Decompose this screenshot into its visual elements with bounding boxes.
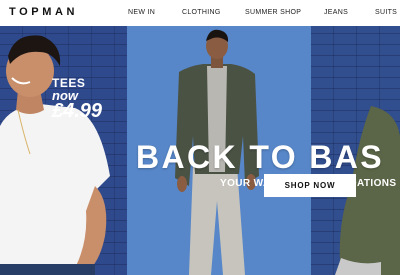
nav-item-jeans[interactable]: JEANS [324, 9, 348, 16]
model-white-tee-image [0, 35, 110, 275]
shop-now-button[interactable]: SHOP NOW [264, 174, 356, 197]
nav-item-summer-shop[interactable]: SUMMER SHOP [245, 9, 301, 16]
hero-banner[interactable]: TEES now £4.99 BACK TO BAS YOUR FOUNDATI… [0, 26, 400, 275]
hero-panel-left: TEES now £4.99 [0, 26, 127, 275]
nav-item-suits[interactable]: SUITS [375, 9, 397, 16]
promo-price: £4.99 [52, 100, 103, 122]
nav-item-new-in[interactable]: NEW IN [128, 9, 155, 16]
tees-promo[interactable]: TEES now £4.99 [52, 76, 102, 123]
hero-headline: BACK TO BAS [136, 140, 385, 174]
nav-item-clothing[interactable]: CLOTHING [182, 9, 221, 16]
main-nav: NEW IN CLOTHING SUMMER SHOP JEANS SUITS [0, 9, 400, 19]
site-header: TOPMAN NEW IN CLOTHING SUMMER SHOP JEANS… [0, 0, 400, 26]
